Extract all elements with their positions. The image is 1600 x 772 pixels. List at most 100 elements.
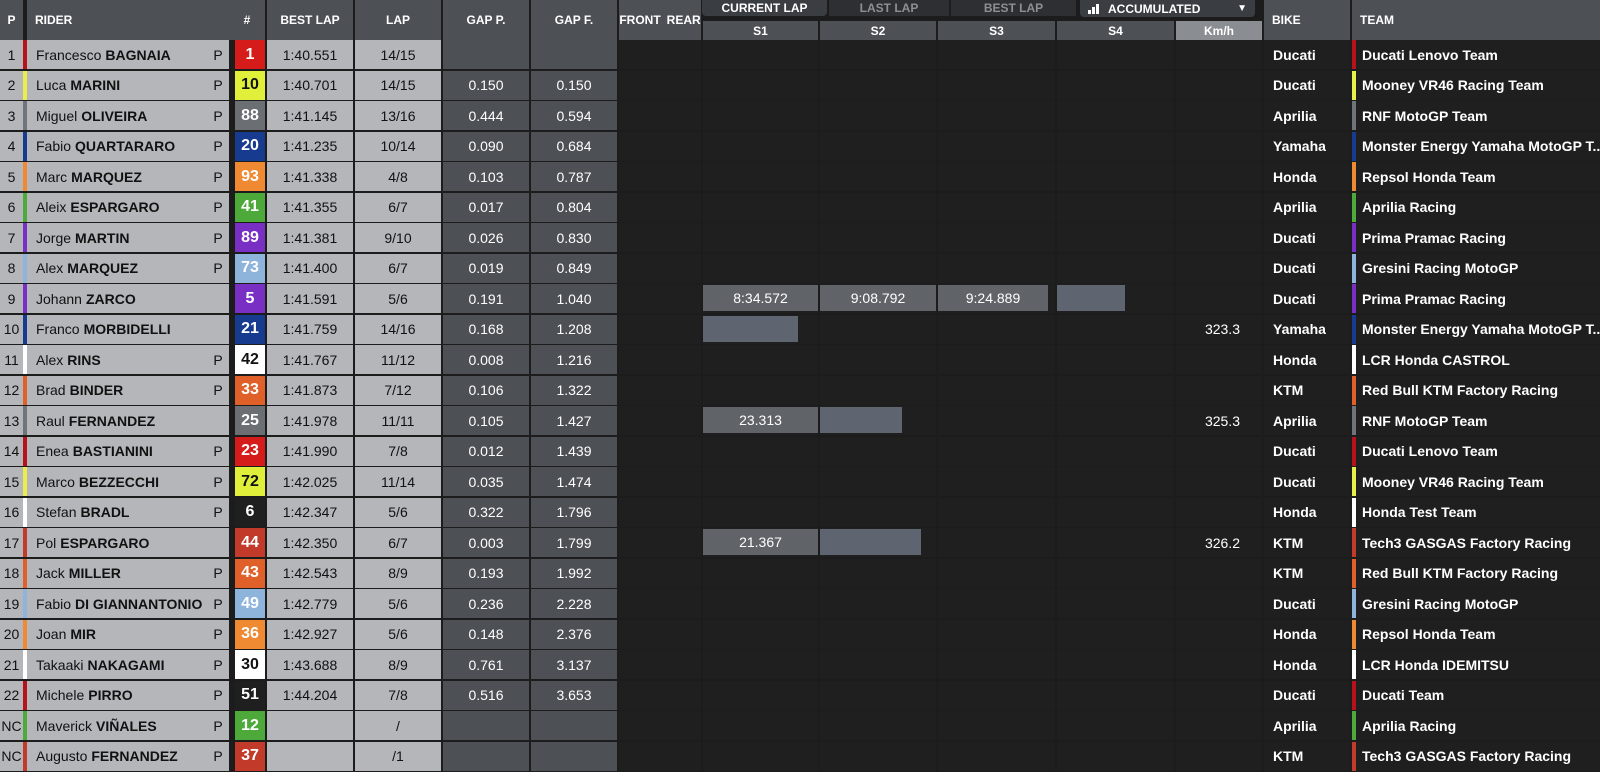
table-row[interactable]: 2 Luca MARINI P 10 1:40.701 14/15 0.150 0.150 Duc…: [0, 70, 1600, 101]
table-row[interactable]: 6 Aleix ESPARGARO P 41 1:41.355 6/7 0.017 0.804 A…: [0, 192, 1600, 223]
header-s2[interactable]: S2: [820, 21, 936, 40]
table-row[interactable]: 20 Joan MIR P 36 1:42.927 5/6 0.148 2.376 Honda Re…: [0, 619, 1600, 650]
rider-name-cell[interactable]: Takaaki NAKAGAMI: [27, 650, 229, 679]
team-cell[interactable]: RNF MotoGP Team: [1356, 406, 1600, 435]
team-cell[interactable]: Monster Energy Yamaha MotoGP T...: [1356, 131, 1600, 161]
header-best-lap[interactable]: BEST LAP: [267, 0, 353, 40]
team-cell[interactable]: Monster Energy Yamaha MotoGP T...: [1356, 314, 1600, 344]
table-row[interactable]: 11 Alex RINS P 42 1:41.767 11/12 0.008 1.216 Hond…: [0, 345, 1600, 375]
team-cell[interactable]: Honda Test Team: [1356, 497, 1600, 527]
team-cell[interactable]: Repsol Honda Team: [1356, 619, 1600, 649]
table-row[interactable]: 21 Takaaki NAKAGAMI P 30 1:43.688 8/9 0.761 3.13…: [0, 650, 1600, 680]
header-gap-f[interactable]: GAP F.: [531, 0, 617, 40]
team-cell[interactable]: Prima Pramac Racing: [1356, 284, 1600, 313]
sector-s3-cell: [938, 375, 1055, 405]
header-kmh[interactable]: Km/h: [1176, 21, 1262, 40]
team-cell[interactable]: Gresini Racing MotoGP: [1356, 253, 1600, 283]
table-row[interactable]: 3 Miguel OLIVEIRA P 88 1:41.145 13/16 0.444 0.59…: [0, 101, 1600, 131]
team-cell[interactable]: Repsol Honda Team: [1356, 162, 1600, 191]
rider-name-cell[interactable]: Pol ESPARGARO: [27, 528, 229, 557]
table-row[interactable]: 15 Marco BEZZECCHI P 72 1:42.025 11/14 0.035 1.4…: [0, 467, 1600, 497]
team-cell[interactable]: Gresini Racing MotoGP: [1356, 589, 1600, 618]
header-front[interactable]: FRONT: [619, 13, 660, 27]
team-cell[interactable]: Tech3 GASGAS Factory Racing: [1356, 741, 1600, 771]
team-cell[interactable]: Mooney VR46 Racing Team: [1356, 70, 1600, 100]
rider-name-cell[interactable]: Maverick VIÑALES: [27, 711, 229, 740]
table-row[interactable]: 17 Pol ESPARGARO 44 1:42.350 6/7 0.003 1.799 21.…: [0, 528, 1600, 558]
rider-first-name: Franco: [36, 321, 80, 337]
header-team[interactable]: TEAM: [1352, 0, 1600, 40]
rider-name-cell[interactable]: Aleix ESPARGARO: [27, 192, 229, 222]
gap-first-cell: 2.228: [531, 589, 617, 618]
rider-name-cell[interactable]: Alex RINS: [27, 345, 229, 374]
pit-indicator: P: [207, 70, 229, 100]
sector-mode-dropdown[interactable]: ACCUMULATED ▼: [1080, 0, 1255, 17]
table-row[interactable]: 14 Enea BASTIANINI P 23 1:41.990 7/8 0.012 1.439…: [0, 436, 1600, 467]
table-row[interactable]: 7 Jorge MARTIN P 89 1:41.381 9/10 0.026 0.830 Duc…: [0, 223, 1600, 253]
header-bike[interactable]: BIKE: [1264, 0, 1350, 40]
rider-name-cell[interactable]: Fabio QUARTARARO: [27, 131, 229, 161]
rider-name-cell[interactable]: Johann ZARCO: [27, 284, 229, 313]
rider-name-cell[interactable]: Luca MARINI: [27, 70, 229, 100]
table-row[interactable]: 4 Fabio QUARTARARO P 20 1:41.235 10/14 0.090 0.6…: [0, 131, 1600, 162]
rider-name-cell[interactable]: Marco BEZZECCHI: [27, 467, 229, 496]
table-row[interactable]: 22 Michele PIRRO P 51 1:44.204 7/8 0.516 3.653 Du…: [0, 680, 1600, 711]
table-row[interactable]: 5 Marc MARQUEZ P 93 1:41.338 4/8 0.103 0.787 Hond…: [0, 162, 1600, 192]
team-cell[interactable]: RNF MotoGP Team: [1356, 101, 1600, 130]
team-cell[interactable]: LCR Honda CASTROL: [1356, 345, 1600, 374]
table-row[interactable]: 8 Alex MARQUEZ P 73 1:41.400 6/7 0.019 0.849 Duca…: [0, 253, 1600, 284]
rider-name-cell[interactable]: Jack MILLER: [27, 558, 229, 588]
tyre-cell: [619, 436, 701, 466]
header-s1[interactable]: S1: [703, 21, 818, 40]
header-lap[interactable]: LAP: [355, 0, 441, 40]
team-cell[interactable]: Ducati Lenovo Team: [1356, 436, 1600, 466]
table-row[interactable]: 19 Fabio DI GIANNANTONIO P 49 1:42.779 5/6 0.23…: [0, 589, 1600, 619]
table-row[interactable]: 9 Johann ZARCO 5 1:41.591 5/6 0.191 1.040 8:34.5…: [0, 284, 1600, 314]
team-cell[interactable]: Aprilia Racing: [1356, 711, 1600, 740]
header-rider[interactable]: RIDER: [27, 0, 229, 40]
rider-name-cell[interactable]: Enea BASTIANINI: [27, 436, 229, 466]
header-number[interactable]: #: [229, 0, 265, 40]
sector-time: 8:34.572: [703, 285, 818, 311]
table-row[interactable]: 13 Raul FERNANDEZ 25 1:41.978 11/11 0.105 1.427…: [0, 406, 1600, 436]
team-cell[interactable]: Ducati Team: [1356, 680, 1600, 710]
rider-name-cell[interactable]: Alex MARQUEZ: [27, 253, 229, 283]
table-row[interactable]: 12 Brad BINDER P 33 1:41.873 7/12 0.106 1.322 KTM…: [0, 375, 1600, 406]
rider-name-cell[interactable]: Franco MORBIDELLI: [27, 314, 229, 344]
header-position[interactable]: P: [0, 0, 23, 40]
table-row[interactable]: 10 Franco MORBIDELLI 21 1:41.759 14/16 0.168 1.…: [0, 314, 1600, 345]
team-cell[interactable]: LCR Honda IDEMITSU: [1356, 650, 1600, 679]
rider-name-cell[interactable]: Francesco BAGNAIA: [27, 40, 229, 69]
team-cell[interactable]: Red Bull KTM Factory Racing: [1356, 375, 1600, 405]
team-cell[interactable]: Aprilia Racing: [1356, 192, 1600, 222]
table-row[interactable]: NC Augusto FERNANDEZ P 37/1 KTM Tech3 GASGAS F…: [0, 741, 1600, 772]
team-cell[interactable]: Mooney VR46 Racing Team: [1356, 467, 1600, 496]
table-row[interactable]: 18 Jack MILLER P 43 1:42.543 8/9 0.193 1.992 KTM R…: [0, 558, 1600, 589]
rider-name-cell[interactable]: Michele PIRRO: [27, 680, 229, 710]
rider-name-cell[interactable]: Jorge MARTIN: [27, 223, 229, 252]
rider-name-cell[interactable]: Augusto FERNANDEZ: [27, 741, 229, 771]
table-row[interactable]: 16 Stefan BRADL P 6 1:42.347 5/6 0.322 1.796 Hond…: [0, 497, 1600, 528]
tab-last-lap[interactable]: LAST LAP: [829, 0, 949, 16]
rider-name-cell[interactable]: Marc MARQUEZ: [27, 162, 229, 191]
rider-name-cell[interactable]: Raul FERNANDEZ: [27, 406, 229, 435]
rider-name-cell[interactable]: Fabio DI GIANNANTONIO: [27, 589, 229, 618]
tab-current-lap[interactable]: CURRENT LAP: [702, 0, 827, 16]
rider-name-cell[interactable]: Stefan BRADL: [27, 497, 229, 527]
rider-name-cell[interactable]: Joan MIR: [27, 619, 229, 649]
team-cell[interactable]: Ducati Lenovo Team: [1356, 40, 1600, 69]
tab-best-lap[interactable]: BEST LAP: [951, 0, 1076, 16]
header-gap-p[interactable]: GAP P.: [443, 0, 529, 40]
header-s4[interactable]: S4: [1057, 21, 1174, 40]
header-rear[interactable]: REAR: [667, 13, 701, 27]
rider-name-cell[interactable]: Brad BINDER: [27, 375, 229, 405]
sector-s4-cell: [1057, 253, 1174, 283]
table-row[interactable]: 1 Francesco BAGNAIA P 1 1:40.551 14/15 Ducati Du…: [0, 40, 1600, 70]
header-s3[interactable]: S3: [938, 21, 1055, 40]
team-cell[interactable]: Red Bull KTM Factory Racing: [1356, 558, 1600, 588]
team-cell[interactable]: Prima Pramac Racing: [1356, 223, 1600, 252]
team-cell[interactable]: Tech3 GASGAS Factory Racing: [1356, 528, 1600, 557]
rider-name-cell[interactable]: Miguel OLIVEIRA: [27, 101, 229, 130]
chart-bars-icon: [1088, 3, 1100, 14]
table-row[interactable]: NC Maverick VIÑALES P 12/Aprilia Aprilia Raci…: [0, 711, 1600, 741]
